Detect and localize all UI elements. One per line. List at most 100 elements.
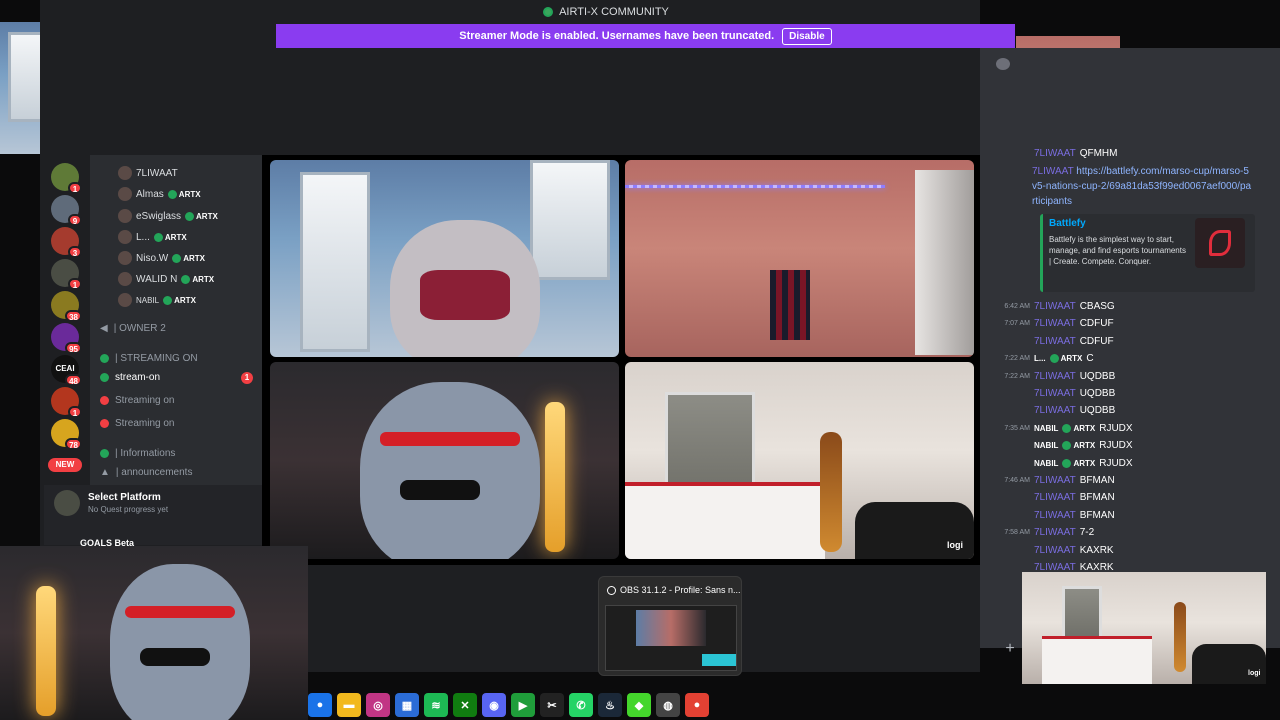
video-tile-1[interactable] [270,160,619,357]
steam-icon[interactable]: ♨ [598,693,622,717]
channel-stream-on[interactable]: stream-on [100,368,160,386]
jersey [770,270,810,340]
category-icon [100,353,109,363]
headscarf [420,270,510,320]
username[interactable]: 7LIWAAT [1034,388,1076,399]
voice-channel-owner[interactable]: ◀ | OWNER 2 [100,319,166,337]
server-icon-molook[interactable]: 1 [51,387,82,418]
chat-message: 7LIWAAT UQDBB [980,402,1280,419]
chair [1192,644,1266,684]
message-text: 7-2 [1079,527,1095,539]
username[interactable]: NABIL [1034,424,1058,433]
spotify-icon[interactable]: ≋ [424,693,448,717]
led-strip [625,185,885,188]
channel-name: Streaming on [115,394,175,406]
server-icon-3[interactable]: 3 [51,227,82,258]
username[interactable]: 7LIWAAT [1034,527,1076,538]
person [360,382,540,559]
whatsapp-icon[interactable]: ✆ [569,693,593,717]
channel-announcements[interactable]: ▲ | announcements [100,463,192,481]
chrome-alt-icon[interactable]: ● [685,693,709,717]
disable-streamer-mode-button[interactable]: Disable [782,27,832,45]
razer-icon[interactable]: ◆ [627,693,651,717]
username[interactable]: 7LIWAAT [1034,148,1076,159]
curtain [915,170,974,355]
timestamp: 7:58 AM [1004,529,1030,537]
thread-icon[interactable] [996,58,1010,70]
obs-icon[interactable]: ◍ [656,693,680,717]
chat-message: 7:07 AM 7LIWAAT CDFUF [980,315,1280,332]
obs-taskbar-preview[interactable]: OBS 31.1.2 - Profile: Sans n... [598,576,742,676]
message-text: BFMAN [1079,509,1115,521]
tag-label: ARTX [164,232,187,242]
video-tile-4[interactable]: logi [625,362,974,559]
username[interactable]: 7LIWAAT [1034,301,1076,312]
username[interactable]: 7LIWAAT [1034,510,1076,521]
video-tile-2[interactable] [625,160,974,357]
username[interactable]: NABIL [1034,441,1058,450]
voice-member[interactable]: eSwiglass ARTX [118,207,218,225]
server-icon-9[interactable]: 78 [51,419,82,450]
terminal-icon[interactable]: ▶ [511,693,535,717]
new-pill[interactable]: NEW [48,458,82,472]
username[interactable]: 7LIWAAT [1034,371,1076,382]
channel-icon [100,395,109,405]
voice-channel-streaming-1[interactable]: Streaming on [100,391,174,409]
server-list: 1 9 3 1 38 95 CEAI 48 1 78 [44,155,86,485]
voice-member[interactable]: Niso.W ARTX [118,249,205,267]
username[interactable]: L... [1034,354,1046,363]
video-tile-3[interactable] [270,362,619,559]
username[interactable]: 7LIWAAT [1032,166,1074,177]
username[interactable]: 7LIWAAT [1034,475,1076,486]
category-streaming[interactable]: | STREAMING ON [100,349,198,367]
message-text: CBASG [1079,301,1115,312]
add-icon[interactable]: + [1001,640,1019,658]
folder-icon[interactable]: ▬ [337,693,361,717]
username[interactable]: 7LIWAAT [1034,492,1076,503]
quest-panel[interactable]: Select Platform No Quest progress yet GO… [44,485,262,548]
timestamp: 7:07 AM [1004,320,1030,328]
chat-message: 7:46 AM 7LIWAAT BFMAN [980,472,1280,489]
message-text: RJUDX [1099,422,1133,434]
sunglasses [400,480,480,500]
chat-message: 7LIWAAT UQDBB [980,385,1280,402]
server-icon-4[interactable]: 1 [51,259,82,290]
avatar [118,187,132,201]
server-icon-1[interactable]: 1 [51,163,82,194]
voice-member[interactable]: L... ARTX [118,228,187,246]
voice-member[interactable]: NABIL ARTX [118,291,196,309]
capcut-icon[interactable]: ✂ [540,693,564,717]
username[interactable]: 7LIWAAT [1034,336,1076,347]
username[interactable]: 7LIWAAT [1034,405,1076,416]
voice-member[interactable]: 7LIWAAT [118,164,178,182]
username[interactable]: NABIL [1034,459,1058,468]
xbox-icon[interactable]: ✕ [453,693,477,717]
link-embed[interactable]: Battlefy Battlefy is the simplest way to… [1040,214,1255,292]
battlefy-logo [1195,218,1245,268]
tag-icon [1062,458,1072,468]
username[interactable]: 7LIWAAT [1034,545,1076,556]
tag-label: ARTX [1073,441,1096,451]
embed-title[interactable]: Battlefy [1049,218,1086,229]
category-informations[interactable]: | Informations [100,444,175,462]
discord-icon[interactable]: ◉ [482,693,506,717]
tag-label: ARTX [196,211,218,221]
member-name: Niso.W [136,252,169,264]
instagram-icon[interactable]: ◎ [366,693,390,717]
username[interactable]: 7LIWAAT [1034,318,1076,329]
voice-member[interactable]: WALID N ARTX [118,270,214,288]
server-icon-6[interactable]: 95 [51,323,82,354]
obs-window-title: OBS 31.1.2 - Profile: Sans n... [620,585,741,595]
voice-member[interactable]: Almas ARTX [118,185,201,203]
server-icon-ceai[interactable]: CEAI 48 [51,355,82,386]
category-name: | STREAMING ON [115,352,198,364]
store-icon[interactable]: ▦ [395,693,419,717]
server-icon-2[interactable]: 9 [51,195,82,226]
chrome-icon[interactable]: ● [308,693,332,717]
chat-message: 7:22 AM L... ARTX C [980,350,1280,367]
message-text: UQDBB [1079,388,1116,399]
quest-subtitle: No Quest progress yet [88,505,169,514]
unread-badge: 48 [65,374,82,386]
server-icon-5[interactable]: 38 [51,291,82,322]
voice-channel-streaming-2[interactable]: Streaming on [100,414,174,432]
